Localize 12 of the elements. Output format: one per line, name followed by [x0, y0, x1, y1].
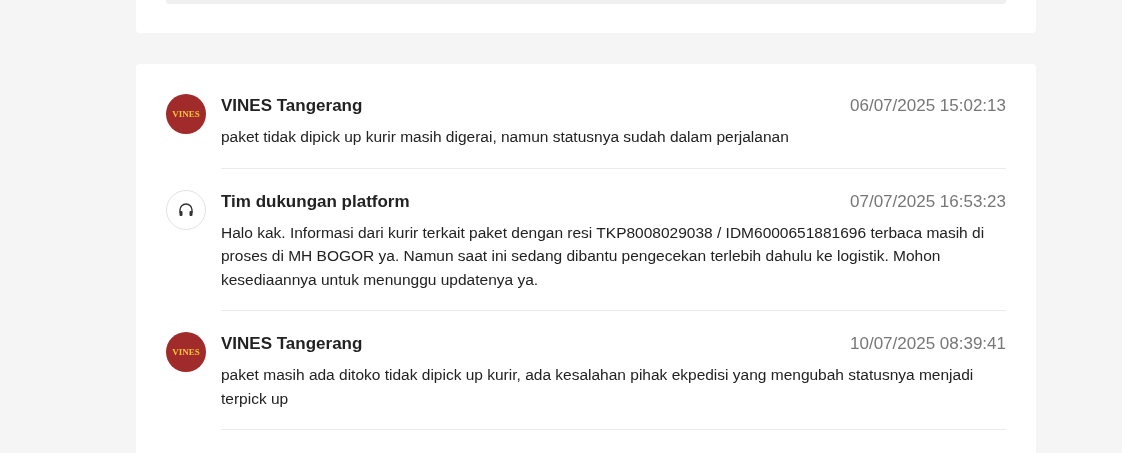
message-time: 10/07/2025 08:39:41	[850, 334, 1006, 354]
message-text: Halo kak. Informasi dari kurir terkait paket dengan resi TKP8008029038 / IDM6000651881696 terbaca masih di proses di MH BOGOR ya. Namun saat ini sedang dibantu pengecekan terlebih dahulu ke logistik. Mohon kesediaannya untuk menunggu updatenya ya.	[221, 222, 986, 290]
sender-name: Tim dukungan platform	[221, 191, 410, 212]
message-text: paket masih ada ditoko tidak dipick up kurir, ada kesalahan pihak ekpedisi yang mengubah statusnya menjadi terpick up	[221, 365, 975, 409]
sender-name: VINES Tangerang	[221, 96, 363, 116]
store-logo: VINES	[166, 332, 206, 372]
headphones-icon	[178, 202, 194, 217]
message-time: 06/07/2025 15:02:13	[850, 96, 1006, 116]
sender-name: VINES Tangerang	[221, 334, 363, 354]
store-logo: VINES	[166, 94, 206, 134]
message-time: 07/07/2025 16:53:23	[850, 191, 1006, 212]
message-text: paket tidak dipick up kurir masih digerai, namun statusnya sudah dalam perjalanan	[221, 127, 790, 147]
